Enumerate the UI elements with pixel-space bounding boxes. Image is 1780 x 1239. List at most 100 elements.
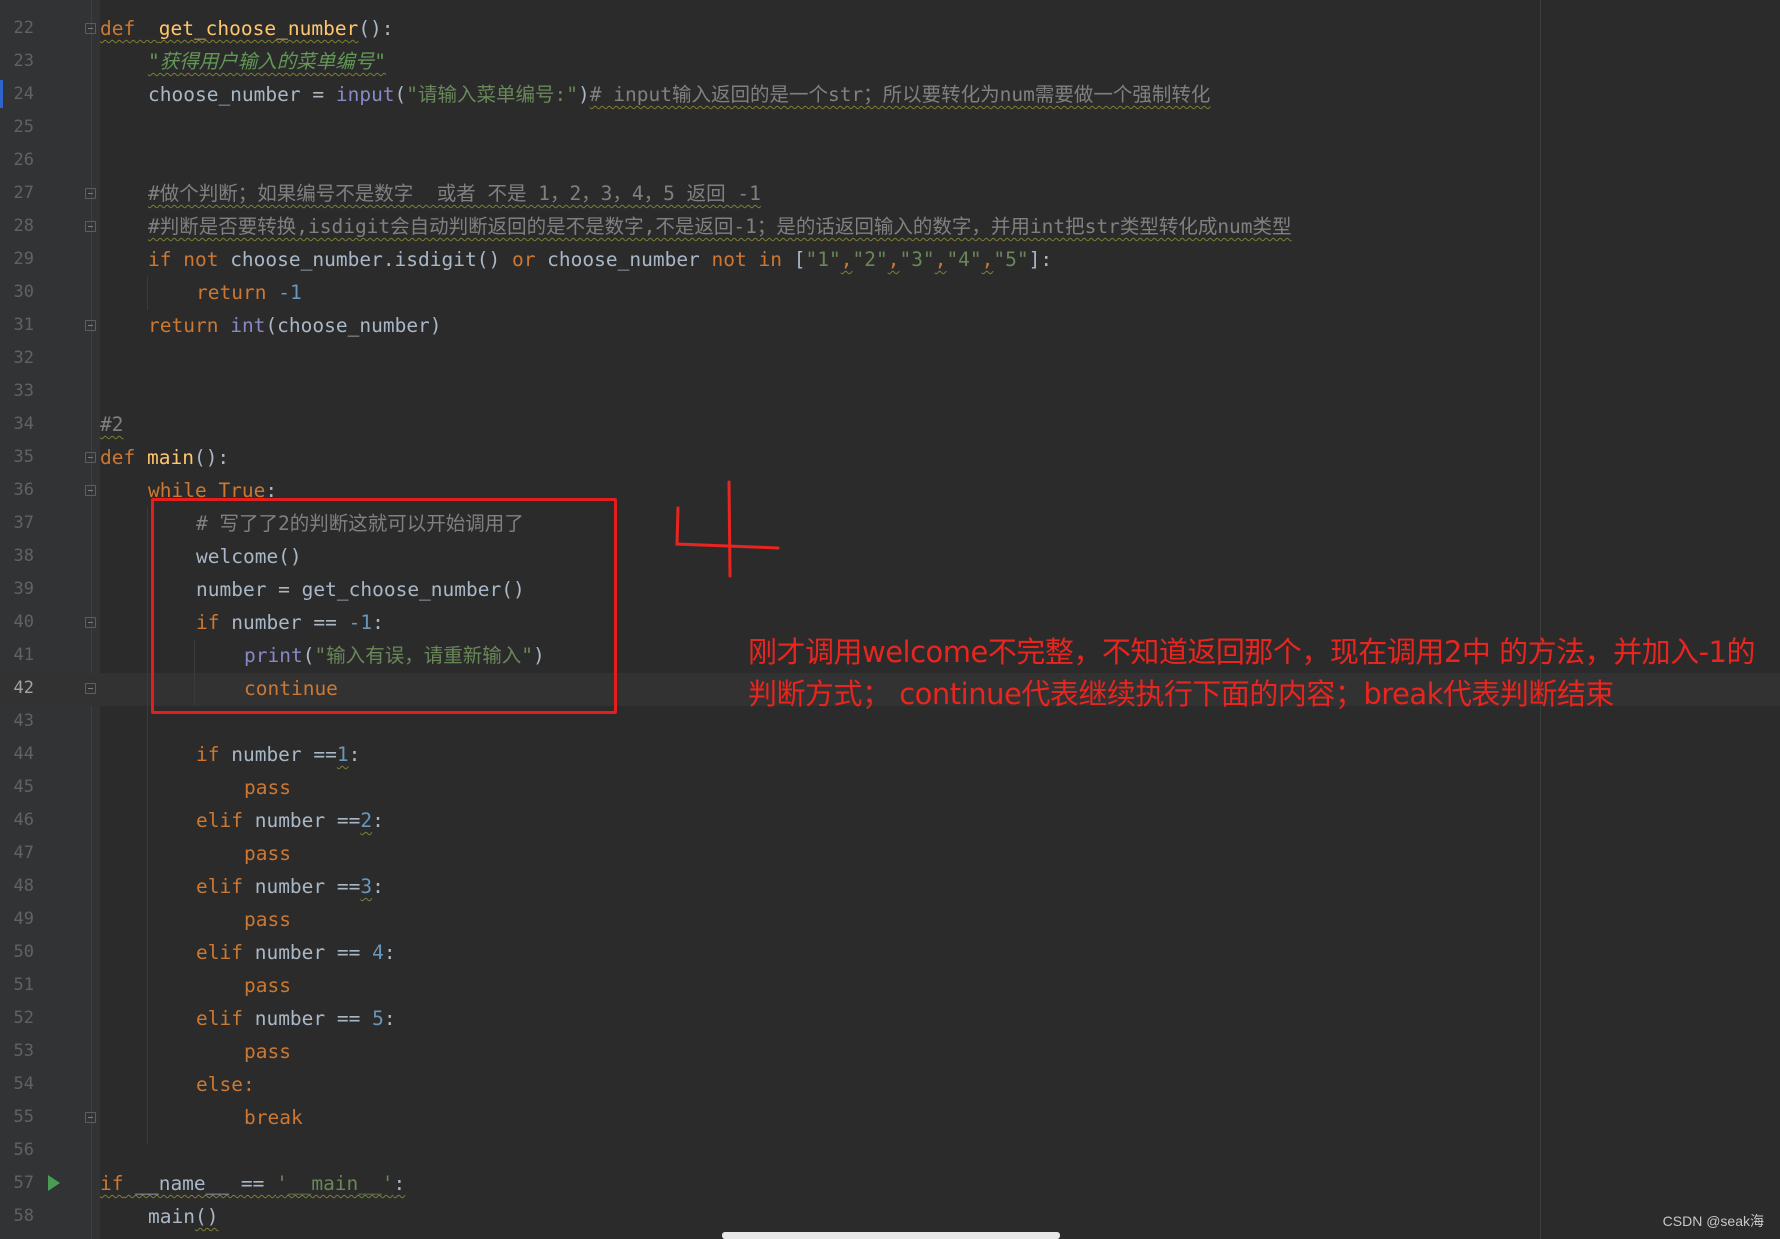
fold-marker-icon[interactable] — [85, 617, 96, 628]
line-number: 35 — [13, 447, 34, 467]
line-number: 58 — [13, 1206, 34, 1226]
code-line: 53 pass — [0, 1035, 1540, 1068]
code-line: 27 #做个判断；如果编号不是数字 或者 不是 1，2，3，4，5 返回 -1 — [0, 177, 1540, 210]
code-text: #做个判断；如果编号不是数字 或者 不是 1，2，3，4，5 返回 -1 — [148, 182, 761, 205]
line-number: 31 — [13, 315, 34, 335]
code-line: 50 elif number == 4: — [0, 936, 1540, 969]
fold-marker-icon[interactable] — [85, 683, 96, 694]
code-line: 23 "获得用户输入的菜单编号" — [0, 45, 1540, 78]
code-text: pass — [244, 776, 291, 799]
code-line: 46 elif number ==2: — [0, 804, 1540, 837]
code-text: if not choose_number.isdigit() or choose… — [148, 248, 1053, 271]
code-line: 28 #判断是否要转换,isdigit会自动判断返回的是不是数字,不是返回-1；… — [0, 210, 1540, 243]
code-line: 32 — [0, 342, 1540, 375]
code-line: 58 main() — [0, 1200, 1540, 1233]
code-line: 52 elif number == 5: — [0, 1002, 1540, 1035]
code-line: 35 def main(): — [0, 441, 1540, 474]
code-line: 30 return -1 — [0, 276, 1540, 309]
code-line: 49 pass — [0, 903, 1540, 936]
code-text: return int(choose_number) — [148, 314, 442, 337]
code-text: break — [244, 1106, 303, 1129]
code-text: #判断是否要转换,isdigit会自动判断返回的是不是数字,不是返回-1；是的话… — [148, 215, 1292, 238]
line-number: 54 — [13, 1074, 34, 1094]
line-number: 42 — [13, 678, 34, 698]
code-line: 48 elif number ==3: — [0, 870, 1540, 903]
line-number: 32 — [13, 348, 34, 368]
line-number: 33 — [13, 381, 34, 401]
line-number: 44 — [13, 744, 34, 764]
code-text: elif number == 4: — [196, 941, 396, 964]
horizontal-scrollbar[interactable] — [722, 1232, 1060, 1239]
line-number: 40 — [13, 612, 34, 632]
code-line: 22 def get_choose_number(): — [0, 12, 1540, 45]
code-line: 45 pass — [0, 771, 1540, 804]
line-number: 41 — [13, 645, 34, 665]
line-number: 28 — [13, 216, 34, 236]
run-gutter-icon[interactable] — [48, 1175, 60, 1191]
code-text: #2 — [100, 413, 124, 436]
code-text: choose_number = input("请输入菜单编号:")# input… — [148, 83, 1211, 106]
code-text: if __name__ == '__main__': — [100, 1172, 406, 1195]
line-number: 34 — [13, 414, 34, 434]
line-number: 56 — [13, 1140, 34, 1160]
line-number: 38 — [13, 546, 34, 566]
annotation-note: 刚才调用welcome不完整，不知道返回那个，现在调用2中 的方法，并加入-1的… — [748, 635, 1755, 711]
fold-marker-icon[interactable] — [85, 485, 96, 496]
line-number: 36 — [13, 480, 34, 500]
code-line: 44 if number ==1: — [0, 738, 1540, 771]
line-number: 46 — [13, 810, 34, 830]
line-number: 53 — [13, 1041, 34, 1061]
code-text: "获得用户输入的菜单编号" — [148, 50, 386, 73]
code-text: def main(): — [100, 446, 230, 469]
code-line: 55 break — [0, 1101, 1540, 1134]
line-number: 27 — [13, 183, 34, 203]
fold-marker-icon[interactable] — [85, 452, 96, 463]
line-number: 22 — [13, 18, 34, 38]
fold-marker-icon[interactable] — [85, 320, 96, 331]
code-line: 25 — [0, 111, 1540, 144]
code-line: 34 #2 — [0, 408, 1540, 441]
line-number: 57 — [13, 1173, 34, 1193]
code-line: 33 — [0, 375, 1540, 408]
code-line: 57 if __name__ == '__main__': — [0, 1167, 1540, 1200]
code-line: 31 return int(choose_number) — [0, 309, 1540, 342]
line-number: 26 — [13, 150, 34, 170]
right-margin-guide — [1540, 0, 1541, 1239]
code-line: 26 — [0, 144, 1540, 177]
line-number: 50 — [13, 942, 34, 962]
code-text: def get_choose_number(): — [100, 17, 394, 40]
code-text: pass — [244, 974, 291, 997]
code-line: 29 if not choose_number.isdigit() or cho… — [0, 243, 1540, 276]
fold-marker-icon[interactable] — [85, 1112, 96, 1123]
code-text: if number ==1: — [196, 743, 361, 766]
code-text: elif number ==2: — [196, 809, 384, 832]
line-number: 43 — [13, 711, 34, 731]
line-number: 23 — [13, 51, 34, 71]
line-number: 30 — [13, 282, 34, 302]
line-number: 52 — [13, 1008, 34, 1028]
code-text: return -1 — [196, 281, 302, 304]
handwritten-four-mark — [675, 480, 780, 578]
code-text: elif number == 5: — [196, 1007, 396, 1030]
line-number: 37 — [13, 513, 34, 533]
fold-marker-icon[interactable] — [85, 188, 96, 199]
code-text: else: — [196, 1073, 255, 1096]
fold-marker-icon[interactable] — [85, 221, 96, 232]
line-number: 55 — [13, 1107, 34, 1127]
code-text: main() — [148, 1205, 219, 1228]
line-number: 45 — [13, 777, 34, 797]
code-text: pass — [244, 1040, 291, 1063]
code-text: elif number ==3: — [196, 875, 384, 898]
fold-marker-icon[interactable] — [85, 23, 96, 34]
code-line: 51 pass — [0, 969, 1540, 1002]
code-text: pass — [244, 842, 291, 865]
code-line: 47 pass — [0, 837, 1540, 870]
annotation-highlight-box — [151, 498, 617, 714]
line-number: 39 — [13, 579, 34, 599]
line-number: 48 — [13, 876, 34, 896]
code-text: pass — [244, 908, 291, 931]
line-number: 29 — [13, 249, 34, 269]
line-number: 24 — [13, 84, 34, 104]
line-number: 47 — [13, 843, 34, 863]
watermark: CSDN @seak海 — [1662, 1213, 1764, 1229]
